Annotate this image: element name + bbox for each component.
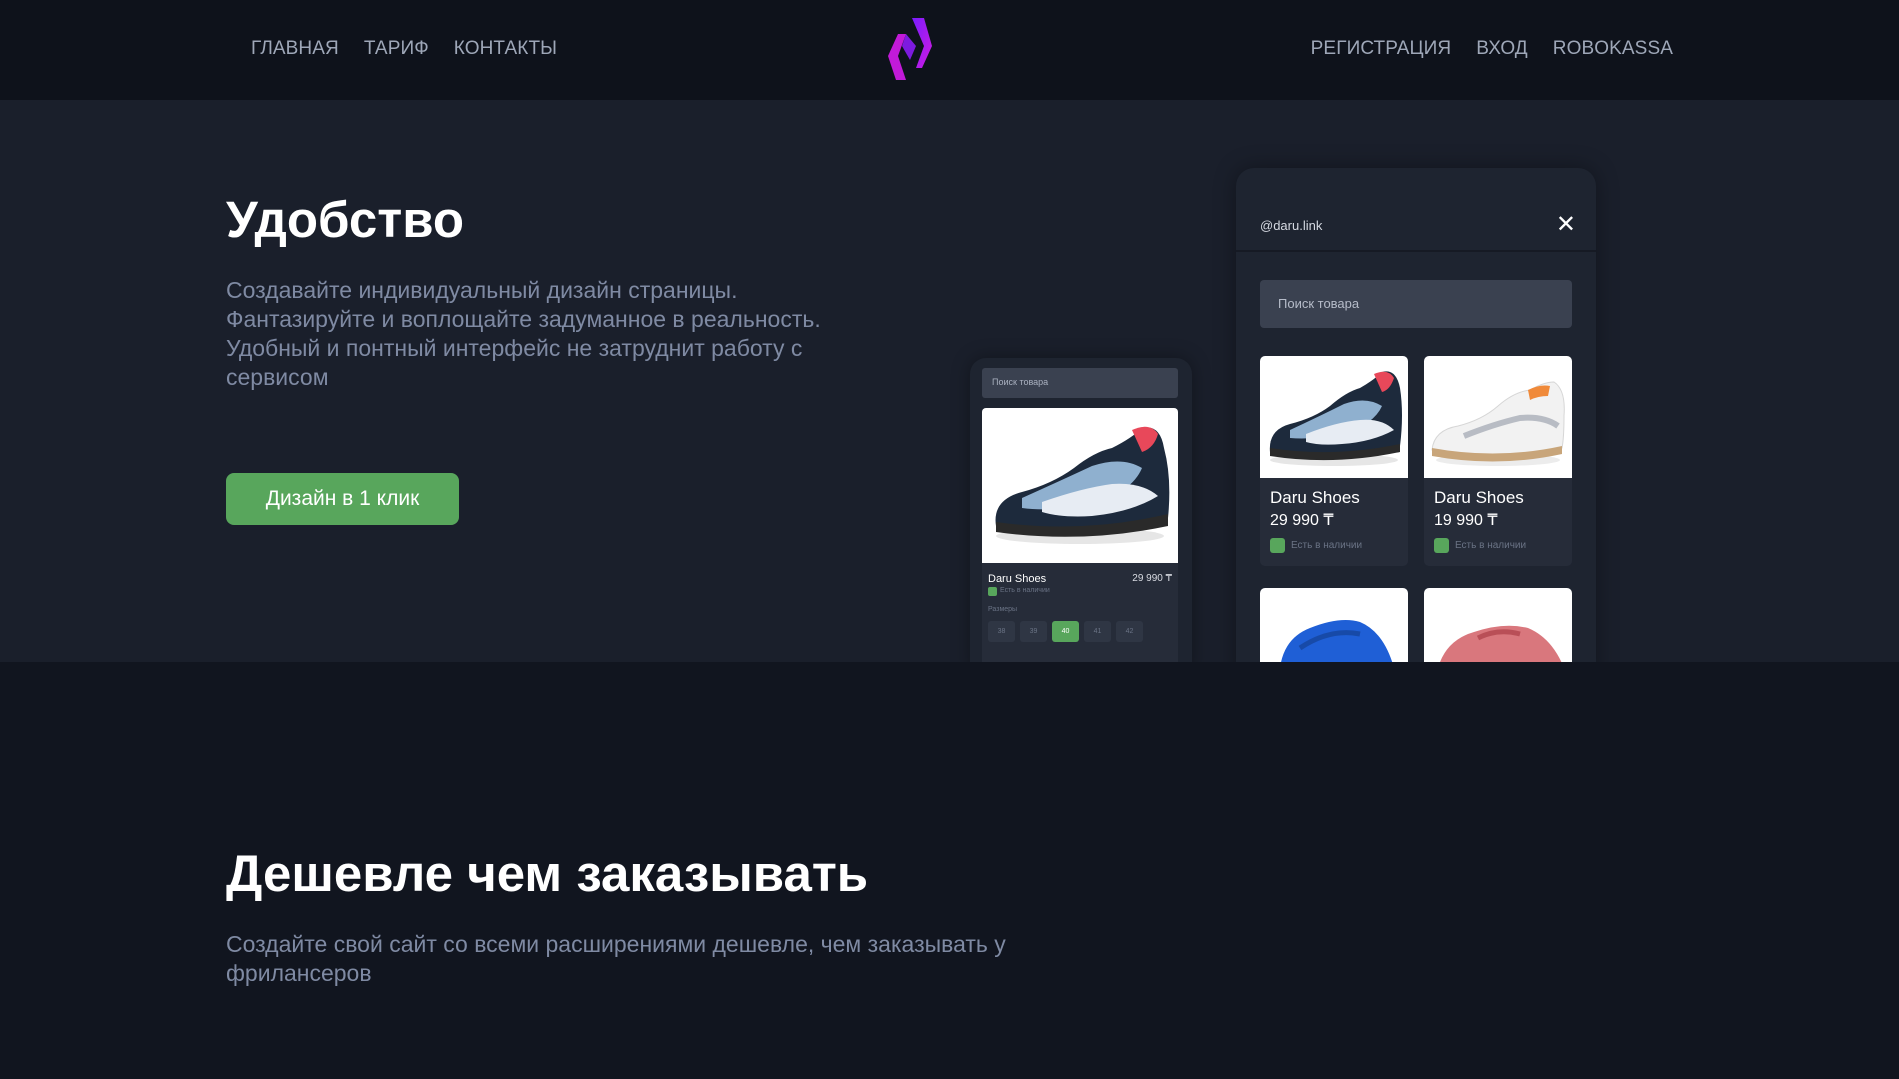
product-name: Daru Shoes [988, 573, 1047, 585]
product-price: 29 990 ₸ [1270, 512, 1334, 529]
stock-status: Есть в наличии [1000, 587, 1050, 594]
size-option: 39 [1020, 621, 1047, 642]
sizes-label: Размеры [988, 606, 1018, 613]
brand-logo-icon[interactable] [888, 16, 932, 84]
nav-link-home[interactable]: ГЛАВНАЯ [251, 38, 339, 60]
in-stock-indicator-icon [1434, 538, 1449, 553]
feature-convenience-section: Удобство Создавайте индивидуальный дизай… [0, 100, 1899, 662]
in-stock-indicator-icon [1270, 538, 1285, 553]
design-one-click-button[interactable]: Дизайн в 1 клик [226, 473, 459, 525]
product-price: 19 990 ₸ [1434, 512, 1498, 529]
mockup-topbar: @daru.link ✕ [1236, 168, 1596, 252]
size-option: 38 [988, 621, 1015, 642]
product-image-sneaker [1260, 588, 1408, 662]
mockup-search-input: Поиск товара [1260, 280, 1572, 328]
product-price: 29 990 ₸ [1132, 573, 1172, 584]
description-line: Создавайте индивидуальный дизайн страниц… [226, 277, 738, 303]
phone-mockup-small: Поиск товара Daru Shoes 29 990 ₸ Есть в … [970, 358, 1192, 662]
mockup-product-card: Daru Shoes 29 990 ₸ Есть в наличии [1260, 356, 1408, 566]
nav-left: ГЛАВНАЯ ТАРИФ КОНТАКТЫ [251, 38, 557, 60]
phone-mockup-large: @daru.link ✕ Поиск товара Daru Shoes 29 … [1236, 168, 1596, 662]
nav-link-login[interactable]: ВХОД [1476, 38, 1528, 60]
description-line: Создайте свой сайт со всеми расширениями… [226, 931, 1006, 957]
size-option: 41 [1084, 621, 1111, 642]
description-line: Удобный и понтный интерфейс не затруднит… [226, 335, 803, 361]
size-selector: 38 39 40 41 42 [988, 621, 1143, 642]
mockup-product-card: Daru Shoes 19 990 ₸ Есть в наличии [1424, 356, 1572, 566]
in-stock-indicator-icon [988, 587, 997, 596]
mockup-site-handle: @daru.link [1260, 218, 1323, 233]
nav-link-tariff[interactable]: ТАРИФ [364, 38, 429, 60]
description-line: сервисом [226, 364, 329, 390]
section-title: Удобство [226, 191, 465, 248]
close-icon: ✕ [1555, 211, 1576, 238]
mockup-product-card: Daru Shoes 29 990 ₸ Есть в наличии Разме… [982, 408, 1178, 662]
product-image-sneaker [1424, 588, 1572, 662]
site-header: ГЛАВНАЯ ТАРИФ КОНТАКТЫ РЕГИСТРАЦИЯ ВХОД … [0, 0, 1899, 100]
description-line: Фантазируйте и воплощайте задуманное в р… [226, 306, 821, 332]
stock-status: Есть в наличии [1291, 540, 1363, 551]
section-description: Создайте свой сайт со всеми расширениями… [226, 930, 1126, 988]
description-line: фрилансеров [226, 960, 372, 986]
nav-link-robokassa[interactable]: ROBOKASSA [1553, 38, 1673, 60]
section-title: Дешевле чем заказывать [226, 845, 869, 902]
section-description: Создавайте индивидуальный дизайн страниц… [226, 276, 906, 392]
size-option: 42 [1116, 621, 1143, 642]
nav-link-contacts[interactable]: КОНТАКТЫ [454, 38, 557, 60]
product-name: Daru Shoes [1270, 488, 1360, 507]
product-image-sneaker [1424, 356, 1572, 478]
mockup-search-input: Поиск товара [982, 368, 1178, 398]
product-image-sneaker [1260, 356, 1408, 478]
nav-link-register[interactable]: РЕГИСТРАЦИЯ [1311, 38, 1452, 60]
nav-right: РЕГИСТРАЦИЯ ВХОД ROBOKASSA [1311, 38, 1673, 60]
stock-status: Есть в наличии [1455, 540, 1527, 551]
product-image-sneaker [982, 408, 1178, 563]
size-option-selected: 40 [1052, 621, 1079, 642]
product-name: Daru Shoes [1434, 488, 1524, 507]
